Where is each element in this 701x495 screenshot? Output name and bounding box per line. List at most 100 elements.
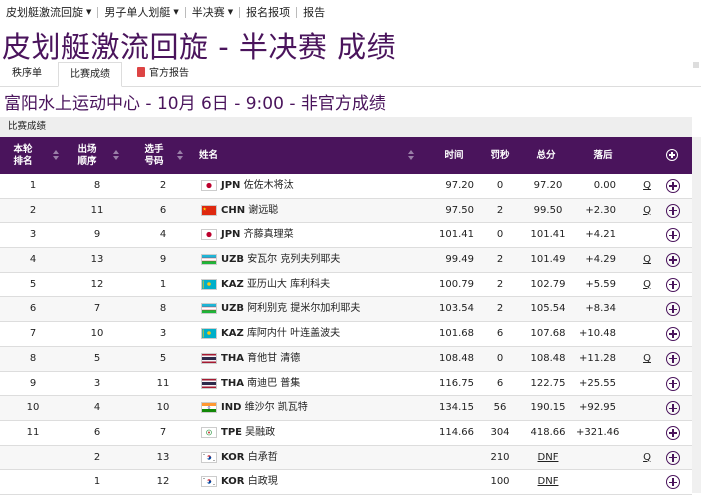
sort-icon[interactable] [408, 150, 414, 161]
col-behind-header[interactable]: 落后 [585, 137, 621, 174]
athlete-cell[interactable]: KAZ 库阿内什 叶连盖波夫 [221, 322, 411, 346]
noc-code: THA [221, 353, 244, 364]
cell-penalty: 304 [484, 421, 516, 445]
expand-row-icon[interactable] [666, 426, 680, 440]
col-order-header[interactable]: 出场 顺序 [70, 137, 104, 174]
athlete-cell[interactable]: UZB 安瓦尔 克列夫列耶夫 [221, 248, 411, 272]
nav-item[interactable]: 男子单人划艇▼ [98, 4, 184, 20]
sort-icon[interactable] [113, 150, 119, 161]
athlete-cell[interactable]: KAZ 亚历山大 库利科夫 [221, 273, 411, 297]
nav-item-label: 报告 [303, 4, 325, 20]
cell-bib: 10 [146, 396, 180, 420]
expand-row-icon[interactable] [666, 451, 680, 465]
cell-rank [16, 470, 50, 494]
cell-penalty: 2 [484, 297, 516, 321]
expand-row-icon[interactable] [666, 327, 680, 341]
flag-icon [201, 229, 217, 240]
expand-row-icon[interactable] [666, 377, 680, 391]
col-penalty-header[interactable]: 罚秒 [482, 137, 518, 174]
table-row[interactable]: 211697.50299.50+2.30CHN 谢远聪Q [0, 199, 692, 224]
athlete-cell[interactable]: UZB 阿利别克 提米尔加利耶夫 [221, 297, 411, 321]
cell-behind: +4.21 [576, 223, 616, 247]
expand-row-icon[interactable] [666, 278, 680, 292]
athlete-cell[interactable]: THA 南迪巴 普集 [221, 372, 411, 396]
cell-time: 103.54 [424, 297, 474, 321]
cell-time: 101.41 [424, 223, 474, 247]
tab-results[interactable]: 比赛成绩 [58, 62, 122, 87]
expand-row-icon[interactable] [666, 204, 680, 218]
athlete-cell[interactable]: JPN 齐藤真理菜 [221, 223, 411, 247]
cell-total: 101.49 [524, 248, 572, 272]
table-row[interactable]: 394101.410101.41+4.21JPN 齐藤真理菜 [0, 223, 692, 248]
athlete-cell[interactable]: THA 育他甘 清德 [221, 347, 411, 371]
expand-all-icon[interactable] [666, 149, 678, 161]
tab-official-report[interactable]: 官方报告 [128, 62, 198, 86]
nav-item[interactable]: 半决赛▼ [186, 4, 239, 20]
col-total-header[interactable]: 总分 [528, 137, 564, 174]
flag-icon [201, 452, 217, 463]
table-row[interactable]: 5121100.792102.79+5.59KAZ 亚历山大 库利科夫Q [0, 273, 692, 298]
table-row[interactable]: 10410134.1556190.15+92.95IND 维沙尔 凯瓦特 [0, 396, 692, 421]
table-row[interactable]: 112100DNFKOR 白政現 [0, 470, 692, 495]
header-line: 总分 [536, 150, 555, 162]
expand-row-icon[interactable] [666, 179, 680, 193]
table-row[interactable]: 7103101.686107.68+10.48KAZ 库阿内什 叶连盖波夫 [0, 322, 692, 347]
col-rank-header[interactable]: 本轮 排名 [6, 137, 40, 174]
table-row[interactable]: 413999.492101.49+4.29UZB 安瓦尔 克列夫列耶夫Q [0, 248, 692, 273]
table-row[interactable]: 9311116.756122.75+25.55THA 南迪巴 普集 [0, 372, 692, 397]
sort-icon[interactable] [53, 150, 59, 161]
cell-order: 11 [80, 199, 114, 223]
qualified-mark [640, 421, 654, 445]
athlete-name: 白政現 [248, 476, 278, 487]
cell-penalty: 6 [484, 372, 516, 396]
flag-icon [201, 180, 217, 191]
cell-total: DNF [524, 470, 572, 494]
athlete-cell[interactable]: CHN 谢远聪 [221, 199, 411, 223]
cell-order: 9 [80, 223, 114, 247]
cell-rank: 6 [16, 297, 50, 321]
nav-item[interactable]: 皮划艇激流回旋▼ [0, 4, 97, 20]
header-line: 落后 [593, 150, 612, 162]
cell-total: 418.66 [524, 421, 572, 445]
athlete-cell[interactable]: KOR 白承哲 [221, 446, 411, 470]
col-bib-header[interactable]: 选手 号码 [137, 137, 171, 174]
cell-rank: 4 [16, 248, 50, 272]
col-name-header[interactable]: 姓名 [199, 137, 239, 174]
nav-item[interactable]: 报名报项 [240, 4, 296, 20]
cell-penalty: 56 [484, 396, 516, 420]
sort-icon[interactable] [177, 150, 183, 161]
cell-total: 97.20 [524, 174, 572, 198]
athlete-cell[interactable]: JPN 佐佐木将汰 [221, 174, 411, 198]
cell-behind: 0.00 [576, 174, 616, 198]
athlete-name: 谢远聪 [248, 205, 278, 216]
cell-time: 116.75 [424, 372, 474, 396]
nav-item[interactable]: 报告 [297, 4, 331, 20]
expand-row-icon[interactable] [666, 401, 680, 415]
col-time-header[interactable]: 时间 [436, 137, 472, 174]
pdf-icon [137, 67, 145, 77]
athlete-cell[interactable]: KOR 白政現 [221, 470, 411, 494]
qualified-mark [640, 322, 654, 346]
expand-row-icon[interactable] [666, 475, 680, 489]
header-line: 本轮 [13, 144, 32, 156]
qualified-mark: Q [640, 174, 654, 198]
noc-code: KOR [221, 452, 245, 463]
expand-row-icon[interactable] [666, 253, 680, 267]
athlete-name: 育他甘 清德 [247, 353, 300, 364]
table-row[interactable]: 18297.20097.200.00JPN 佐佐木将汰Q [0, 174, 692, 199]
table-row[interactable]: 1167114.66304418.66+321.46TPE 吴融政 [0, 421, 692, 446]
expand-row-icon[interactable] [666, 352, 680, 366]
expand-row-icon[interactable] [666, 228, 680, 242]
table-row[interactable]: 678103.542105.54+8.34UZB 阿利别克 提米尔加利耶夫 [0, 297, 692, 322]
qualified-mark [640, 470, 654, 494]
expand-row-icon[interactable] [666, 302, 680, 316]
cell-penalty: 0 [484, 174, 516, 198]
table-row[interactable]: 855108.480108.48+11.28THA 育他甘 清德Q [0, 347, 692, 372]
table-row[interactable]: 213210DNFKOR 白承哲Q [0, 446, 692, 471]
scrollbar[interactable] [692, 137, 701, 493]
athlete-cell[interactable]: IND 维沙尔 凯瓦特 [221, 396, 411, 420]
cell-rank: 3 [16, 223, 50, 247]
qualified-mark: Q [640, 273, 654, 297]
athlete-cell[interactable]: TPE 吴融政 [221, 421, 411, 445]
tab-start-list[interactable]: 秩序单 [4, 62, 50, 86]
